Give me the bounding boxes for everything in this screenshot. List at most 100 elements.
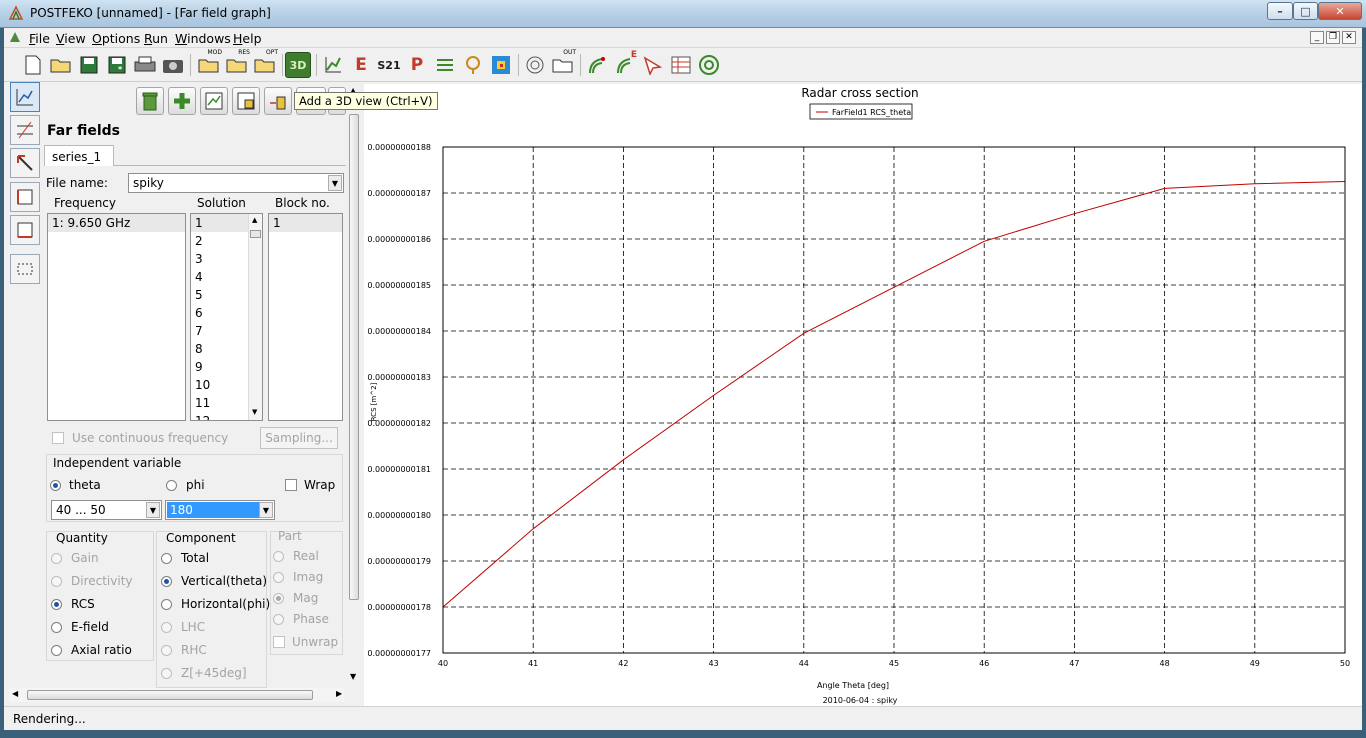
quantity-radio-rcs[interactable] <box>51 599 62 610</box>
block-list[interactable]: 1 <box>268 213 343 421</box>
component-radio-horizontal-phi[interactable] <box>161 599 172 610</box>
data-table-button[interactable] <box>668 52 694 78</box>
theta-range-select[interactable]: 40 ... 50 ▼ <box>51 500 162 520</box>
pointer-button[interactable] <box>640 52 666 78</box>
graph-properties-button[interactable] <box>200 87 228 115</box>
near-field-button[interactable]: E <box>348 52 374 78</box>
vertical-scroll-thumb[interactable] <box>349 114 359 600</box>
menu-help[interactable]: Help <box>233 31 262 46</box>
open-mod-button[interactable]: MOD <box>196 49 222 78</box>
cartesian-graph-button[interactable] <box>320 52 346 78</box>
open-opt-icon <box>254 59 275 73</box>
export-button[interactable] <box>232 87 260 115</box>
add-trace-button[interactable] <box>168 87 196 115</box>
component-title: Component <box>166 531 236 545</box>
minimize-button[interactable]: – <box>1267 2 1293 20</box>
probe-button[interactable] <box>460 52 486 78</box>
delete-button[interactable] <box>136 87 164 115</box>
solution-scrollbar[interactable]: ▲ ▼ <box>248 214 262 420</box>
app-logo-icon <box>8 5 24 20</box>
colormap-button[interactable] <box>488 52 514 78</box>
y-tick-label: 0.00000000186 <box>367 235 431 244</box>
save-all-button[interactable]: * <box>104 52 130 78</box>
close-button[interactable]: ✕ <box>1318 2 1362 20</box>
mdi-doc-icon[interactable] <box>8 30 22 44</box>
open-res-button[interactable]: RES <box>224 49 250 78</box>
save-button[interactable] <box>76 52 102 78</box>
sampling-button[interactable]: Sampling... <box>260 427 338 449</box>
far-field-request-button[interactable] <box>584 52 610 78</box>
component-label: Z[+45deg] <box>181 666 247 680</box>
add-3d-view-panel-button[interactable] <box>264 87 292 115</box>
part-radio-imag[interactable] <box>273 572 284 583</box>
scroll-down-icon[interactable]: ▼ <box>252 408 257 416</box>
x-tick-label: 47 <box>1069 659 1079 668</box>
open-button[interactable] <box>48 52 74 78</box>
trace-button[interactable] <box>10 115 40 145</box>
menu-options[interactable]: Options <box>92 31 140 46</box>
zoom-region-button[interactable] <box>10 254 40 284</box>
component-radio-total[interactable] <box>161 553 172 564</box>
print-button[interactable] <box>132 52 158 78</box>
res-label: RES <box>238 49 250 56</box>
polar-graph-icon <box>526 56 544 74</box>
list-item[interactable]: 1: 9.650 GHz <box>48 214 185 232</box>
y-tick-label: 0.00000000179 <box>367 557 431 566</box>
component-radio-z-45deg[interactable] <box>161 668 172 679</box>
network-button[interactable] <box>432 52 458 78</box>
scroll-down-icon[interactable]: ▼ <box>350 672 356 681</box>
tab-series-1[interactable]: series_1 <box>44 145 114 166</box>
phi-value-select[interactable]: 180 ▼ <box>165 500 275 520</box>
menu-windows[interactable]: Windows <box>175 31 231 46</box>
continuous-frequency-checkbox[interactable] <box>52 432 64 444</box>
component-radio-vertical-theta[interactable] <box>161 576 172 587</box>
panel-vertical-scrollbar[interactable]: ▲ ▼ <box>347 84 361 688</box>
left-axis-button[interactable] <box>10 182 40 212</box>
graph-view-button[interactable] <box>10 82 40 112</box>
target-button[interactable] <box>696 52 722 78</box>
s-params-button[interactable]: S21 <box>376 52 402 78</box>
menu-file[interactable]: File <box>29 31 50 46</box>
part-radio-real[interactable] <box>273 551 284 562</box>
horizontal-scroll-thumb[interactable] <box>27 690 313 700</box>
mdi-close-button[interactable]: ✕ <box>1342 31 1356 44</box>
solution-scroll-thumb[interactable] <box>250 230 261 238</box>
quantity-radio-gain[interactable] <box>51 553 62 564</box>
power-button[interactable]: P <box>404 52 430 78</box>
scroll-left-icon[interactable]: ◀ <box>12 689 18 698</box>
part-radio-mag[interactable] <box>273 593 284 604</box>
component-radio-rhc[interactable] <box>161 645 172 656</box>
new-file-button[interactable] <box>20 52 46 78</box>
screenshot-button[interactable] <box>160 52 186 78</box>
axes-button[interactable] <box>10 148 40 178</box>
mdi-restore-button[interactable]: ❐ <box>1326 31 1340 44</box>
wrap-checkbox[interactable] <box>285 479 297 491</box>
list-item[interactable]: 1 <box>269 214 342 232</box>
part-radio-phase[interactable] <box>273 614 284 625</box>
open-opt-button[interactable]: OPT <box>252 49 278 78</box>
open-out-button[interactable]: OUT <box>550 49 576 78</box>
x-tick-label: 49 <box>1250 659 1260 668</box>
panel-horizontal-scrollbar[interactable]: ◀ ▶ <box>10 688 344 702</box>
maximize-button[interactable]: □ <box>1293 2 1318 20</box>
menu-view[interactable]: View <box>56 31 86 46</box>
mdi-minimize-button[interactable]: _ <box>1310 31 1324 44</box>
scroll-up-icon[interactable]: ▲ <box>252 216 257 224</box>
quantity-label: E-field <box>71 620 109 634</box>
scroll-right-icon[interactable]: ▶ <box>336 689 342 698</box>
polar-graph-button[interactable] <box>522 52 548 78</box>
file-name-select[interactable]: spiky ▼ <box>128 173 344 193</box>
frequency-list[interactable]: 1: 9.650 GHz <box>47 213 186 421</box>
quantity-radio-directivity[interactable] <box>51 576 62 587</box>
theta-radio[interactable] <box>50 480 61 491</box>
component-radio-lhc[interactable] <box>161 622 172 633</box>
menu-run[interactable]: Run <box>144 31 168 46</box>
near-field-request-button[interactable]: E <box>612 50 638 78</box>
bottom-axis-button[interactable] <box>10 215 40 245</box>
quantity-radio-axial-ratio[interactable] <box>51 645 62 656</box>
quantity-radio-e-field[interactable] <box>51 622 62 633</box>
part-label: Mag <box>293 591 319 605</box>
unwrap-checkbox[interactable] <box>273 636 285 648</box>
add-3d-view-button[interactable]: 3D <box>285 52 311 78</box>
phi-radio[interactable] <box>166 480 177 491</box>
